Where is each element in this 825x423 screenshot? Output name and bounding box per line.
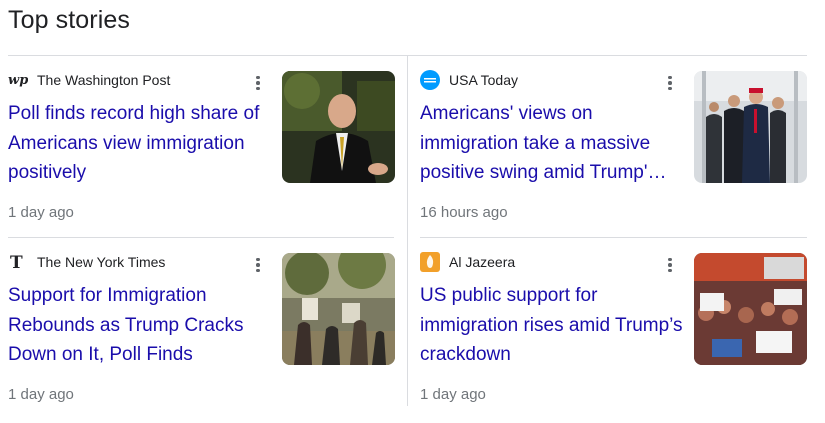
story-card[interactable]: USA Today Americans' views on immigratio… (420, 56, 807, 238)
story-thumbnail[interactable] (694, 71, 807, 183)
more-options-icon[interactable] (663, 72, 677, 94)
source-link[interactable]: Al Jazeera (420, 252, 515, 272)
story-headline[interactable]: US public support for immigration rises … (420, 281, 686, 370)
more-options-icon[interactable] (251, 254, 265, 276)
story-thumbnail[interactable] (694, 253, 807, 365)
column-divider (407, 56, 408, 406)
new-york-times-logo-icon: T (8, 252, 28, 272)
source-link[interactable]: wp The Washington Post (8, 70, 170, 90)
source-name: Al Jazeera (449, 254, 516, 270)
story-card[interactable]: T The New York Times Support for Immigra… (8, 238, 395, 420)
more-options-icon[interactable] (251, 72, 265, 94)
story-headline[interactable]: Americans' views on immigration take a m… (420, 99, 686, 188)
story-thumbnail[interactable] (282, 253, 395, 365)
story-card[interactable]: Al Jazeera US public support for immigra… (420, 238, 807, 420)
story-time: 1 day ago (420, 386, 486, 403)
story-card[interactable]: wp The Washington Post Poll finds record… (8, 56, 395, 238)
story-time: 1 day ago (8, 386, 74, 403)
story-time: 16 hours ago (420, 204, 508, 221)
source-link[interactable]: T The New York Times (8, 252, 165, 272)
story-headline[interactable]: Support for Immigration Rebounds as Trum… (8, 281, 274, 370)
usa-today-logo-icon (420, 70, 440, 90)
washington-post-logo-icon: wp (8, 70, 28, 90)
story-time: 1 day ago (8, 204, 74, 221)
story-thumbnail[interactable] (282, 71, 395, 183)
source-name: The New York Times (37, 254, 166, 270)
source-name: USA Today (449, 72, 519, 88)
svg-text:T: T (10, 253, 23, 271)
source-link[interactable]: USA Today (420, 70, 518, 90)
svg-text:wp: wp (8, 73, 28, 87)
more-options-icon[interactable] (663, 254, 677, 276)
source-name: The Washington Post (37, 72, 171, 88)
story-headline[interactable]: Poll finds record high share of American… (8, 99, 274, 188)
section-title: Top stories (8, 6, 130, 34)
al-jazeera-logo-icon (420, 252, 440, 272)
